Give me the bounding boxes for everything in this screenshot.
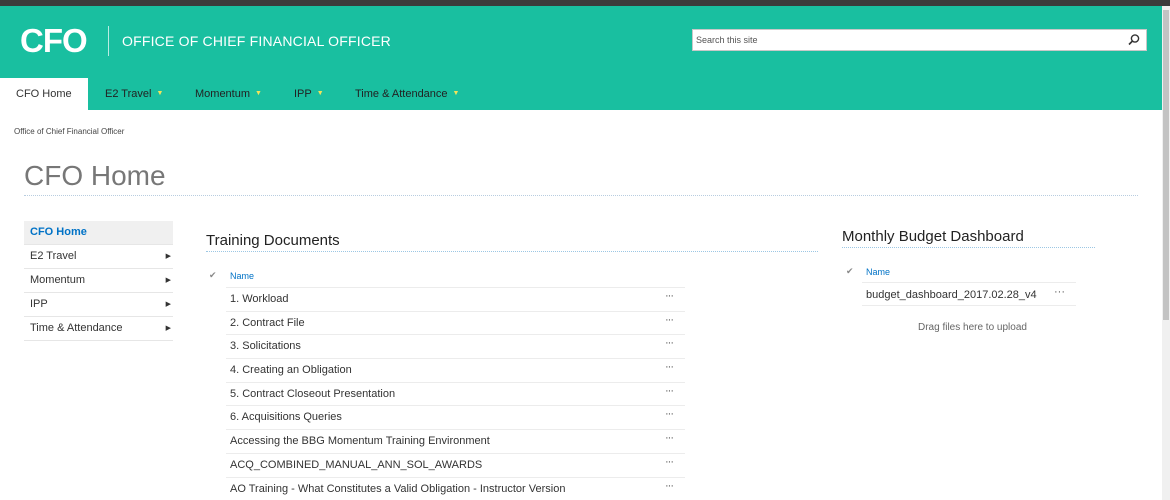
nav-label: CFO Home xyxy=(16,88,72,100)
scrollbar-thumb[interactable] xyxy=(1163,10,1169,320)
dropdown-arrow-icon: ▼ xyxy=(255,90,262,98)
list-item[interactable]: 5. Contract Closeout Presentation ··· xyxy=(226,381,685,406)
more-options-icon[interactable]: ··· xyxy=(665,290,674,302)
list-item[interactable]: 3. Solicitations ··· xyxy=(226,334,685,358)
training-documents-title[interactable]: Training Documents xyxy=(206,232,340,249)
top-nav: CFO Home E2 Travel ▼ Momentum ▼ IPP ▼ Time … xyxy=(0,78,1162,110)
left-nav-ipp[interactable]: IPP ▶ xyxy=(24,293,173,317)
budget-dashboard-divider xyxy=(842,247,1095,248)
dropdown-arrow-icon: ▼ xyxy=(316,90,324,98)
document-link[interactable]: 5. Contract Closeout Presentation xyxy=(230,388,395,400)
left-nav-label: E2 Travel xyxy=(30,250,77,262)
chevron-right-icon: ▶ xyxy=(165,301,171,308)
left-nav-momentum[interactable]: Momentum ▶ xyxy=(24,269,173,293)
document-link[interactable]: 2. Contract File xyxy=(230,317,305,329)
more-options-icon[interactable]: ··· xyxy=(665,456,674,468)
training-documents-divider xyxy=(206,251,818,252)
list-item[interactable]: 2. Contract File ··· xyxy=(226,310,685,335)
document-link[interactable]: budget_dashboard_2017.02.28_v4 xyxy=(866,289,1037,301)
nav-label: IPP xyxy=(294,88,312,100)
list-item[interactable]: 1. Workload ··· xyxy=(226,287,685,311)
name-column-header[interactable]: Name xyxy=(866,267,890,277)
more-options-icon[interactable]: ··· xyxy=(665,432,674,444)
logo-divider xyxy=(108,26,109,56)
left-nav-label: Momentum xyxy=(30,274,86,286)
select-all-check-icon[interactable]: ✔ xyxy=(209,270,217,281)
more-options-icon[interactable]: ··· xyxy=(665,408,674,420)
dropdown-arrow-icon: ▼ xyxy=(452,90,460,98)
nav-time-attendance[interactable]: Time & Attendance ▼ xyxy=(339,78,475,110)
document-link[interactable]: 4. Creating an Obligation xyxy=(230,364,352,376)
left-nav-label: Time & Attendance xyxy=(30,322,123,334)
document-link[interactable]: AO Training - What Constitutes a Valid O… xyxy=(230,483,565,495)
more-options-icon[interactable]: ··· xyxy=(665,385,674,397)
chevron-right-icon: ▶ xyxy=(165,325,171,332)
left-nav: CFO Home E2 Travel ▶ Momentum ▶ IPP ▶ Ti… xyxy=(24,221,173,341)
search-box[interactable] xyxy=(692,29,1147,51)
document-link[interactable]: ACQ_COMBINED_MANUAL_ANN_SOL_AWARDS xyxy=(230,459,482,471)
site-header: CFO OFFICE OF CHIEF FINANCIAL OFFICER xyxy=(0,6,1162,78)
more-options-icon[interactable]: ··· xyxy=(665,480,674,492)
list-item[interactable]: 4. Creating an Obligation ··· xyxy=(226,358,685,382)
left-nav-time-attendance[interactable]: Time & Attendance ▶ xyxy=(24,317,173,341)
list-item[interactable]: AO Training - What Constitutes a Valid O… xyxy=(226,476,685,500)
document-link[interactable]: 1. Workload xyxy=(230,293,289,305)
page-title: CFO Home xyxy=(24,160,166,191)
search-input[interactable] xyxy=(693,30,1113,50)
more-options-icon[interactable]: ··· xyxy=(665,314,674,326)
document-link[interactable]: Accessing the BBG Momentum Training Envi… xyxy=(230,435,490,447)
nav-label: Time & Attendance xyxy=(355,88,448,100)
chevron-right-icon: ▶ xyxy=(165,253,171,260)
title-divider xyxy=(24,195,1138,196)
breadcrumb[interactable]: Office of Chief Financial Officer xyxy=(14,127,124,136)
name-column-header[interactable]: Name xyxy=(230,271,254,281)
search-icon[interactable] xyxy=(1127,33,1141,47)
page-scrollbar[interactable] xyxy=(1162,6,1170,500)
nav-e2-travel[interactable]: E2 Travel ▼ xyxy=(89,78,179,110)
more-options-icon[interactable]: ··· xyxy=(1054,286,1065,298)
nav-label: E2 Travel xyxy=(105,88,152,100)
more-options-icon[interactable]: ··· xyxy=(665,337,674,349)
document-link[interactable]: 6. Acquisitions Queries xyxy=(230,411,342,423)
more-options-icon[interactable]: ··· xyxy=(665,361,674,373)
nav-ipp[interactable]: IPP ▼ xyxy=(278,78,340,110)
list-item[interactable]: 6. Acquisitions Queries ··· xyxy=(226,405,685,429)
drag-upload-hint: Drag files here to upload xyxy=(918,322,1027,333)
left-nav-label: IPP xyxy=(30,298,48,310)
list-item[interactable]: ACQ_COMBINED_MANUAL_ANN_SOL_AWARDS ··· xyxy=(226,452,685,477)
list-item[interactable]: Accessing the BBG Momentum Training Envi… xyxy=(226,429,685,453)
document-link[interactable]: 3. Solicitations xyxy=(230,340,301,352)
left-nav-cfo-home[interactable]: CFO Home xyxy=(24,221,173,245)
training-documents-list: 1. Workload ··· 2. Contract File ··· 3. … xyxy=(226,287,685,500)
nav-momentum[interactable]: Momentum ▼ xyxy=(179,78,278,110)
list-item[interactable]: budget_dashboard_2017.02.28_v4 ··· xyxy=(862,282,1076,306)
dropdown-arrow-icon: ▼ xyxy=(156,90,164,98)
left-nav-e2-travel[interactable]: E2 Travel ▶ xyxy=(24,245,173,269)
nav-cfo-home[interactable]: CFO Home xyxy=(0,78,88,110)
chevron-right-icon: ▶ xyxy=(165,277,171,284)
site-title[interactable]: OFFICE OF CHIEF FINANCIAL OFFICER xyxy=(122,33,391,49)
budget-dashboard-title[interactable]: Monthly Budget Dashboard xyxy=(842,228,1024,245)
left-nav-label: CFO Home xyxy=(30,226,87,238)
select-all-check-icon[interactable]: ✔ xyxy=(846,266,854,277)
nav-label: Momentum xyxy=(195,88,251,100)
cfo-logo[interactable]: CFO xyxy=(20,22,88,60)
